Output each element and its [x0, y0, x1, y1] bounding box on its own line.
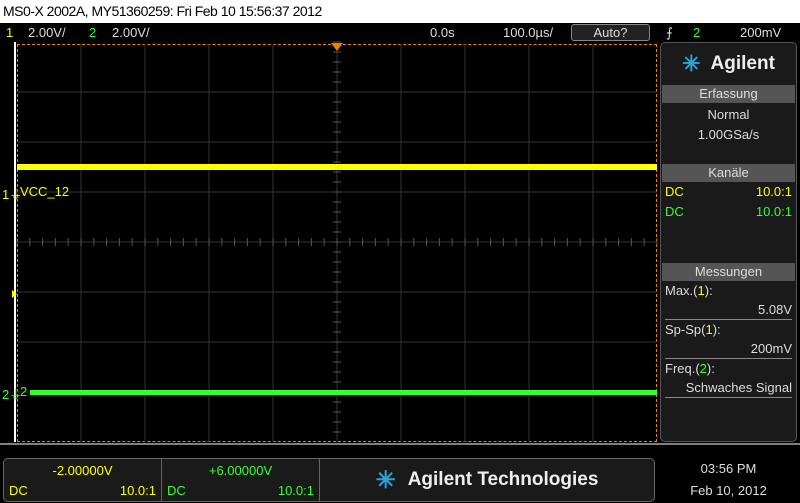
acquisition-header[interactable]: Erfassung — [662, 85, 795, 103]
meas-close: ): — [704, 283, 713, 298]
ch1-arrow-icon — [12, 290, 17, 298]
ch1-coupling: DC — [9, 483, 28, 498]
ch2-trace — [30, 390, 657, 395]
channels-header[interactable]: Kanäle — [662, 164, 795, 182]
ch1-label: VCC_12 — [20, 184, 70, 199]
measurement-freq[interactable]: Freq.(2): Schwaches Signal — [665, 359, 792, 398]
bottom-bar: -2.00000V DC 10.0:1 +6.00000V DC 10.0:1 … — [3, 458, 655, 502]
ch2-offset: +6.00000V — [208, 463, 273, 478]
meas-value: 5.08V — [665, 300, 792, 320]
ch1-probe: 10.0:1 — [119, 483, 156, 498]
ch1-offset-panel[interactable]: -2.00000V DC 10.0:1 — [4, 459, 162, 501]
meas-channel: 1 — [697, 283, 705, 298]
sample-rate: 1.00GSa/s — [697, 127, 760, 142]
ch2-label: 2 — [20, 384, 28, 399]
ch1-probe: 10.0:1 — [755, 184, 792, 199]
channel-1-row: DC 10.0:1 — [661, 182, 796, 202]
clock-time: 03:56 PM — [700, 461, 757, 476]
ch1-offset: -2.00000V — [52, 463, 113, 478]
spark-icon: ✳ — [682, 51, 701, 76]
meas-close: ): — [706, 361, 715, 376]
ch2-probe: 10.0:1 — [277, 483, 314, 498]
ch2-coupling: DC — [167, 483, 186, 498]
acquisition-mode: Normal — [707, 107, 750, 122]
meas-channel: 1 — [705, 322, 713, 337]
side-panel: ✳ Agilent Erfassung Normal 1.00GSa/s Kanä… — [660, 42, 797, 442]
meas-channel: 2 — [699, 361, 707, 376]
meas-name: Freq.( — [665, 361, 700, 376]
meas-name: Max.( — [665, 283, 698, 298]
ch2-marker-number: 2 — [2, 387, 10, 402]
trigger-position-marker — [331, 43, 343, 51]
meas-name: Sp-Sp( — [665, 322, 706, 337]
measurement-max[interactable]: Max.(1): 5.08V — [665, 281, 792, 320]
meas-value: 200mV — [665, 339, 792, 359]
brand-logo: ✳ Agilent Technologies — [320, 459, 654, 501]
meas-value: Schwaches Signal — [665, 378, 792, 398]
channel-2-row: DC 10.0:1 — [661, 202, 796, 222]
brand-text: Agilent Technologies — [407, 469, 599, 490]
logo-text: Agilent — [710, 53, 775, 74]
ch2-probe: 10.0:1 — [755, 204, 792, 219]
agilent-logo: ✳ Agilent — [661, 43, 796, 85]
measurement-pkpk[interactable]: Sp-Sp(1): 200mV — [665, 320, 792, 359]
ch1-coupling: DC — [665, 184, 684, 199]
ch1-trace — [17, 164, 657, 170]
ch2-coupling: DC — [665, 204, 684, 219]
ch2-offset-panel[interactable]: +6.00000V DC 10.0:1 — [162, 459, 320, 501]
measurements-header[interactable]: Messungen — [662, 263, 795, 281]
clock-date: Feb 10, 2012 — [690, 483, 767, 498]
clock: 03:56 PM Feb 10, 2012 — [660, 458, 797, 502]
spark-icon: ✳ — [375, 466, 396, 494]
meas-close: ): — [712, 322, 721, 337]
ch1-marker-number: 1 — [2, 187, 10, 202]
